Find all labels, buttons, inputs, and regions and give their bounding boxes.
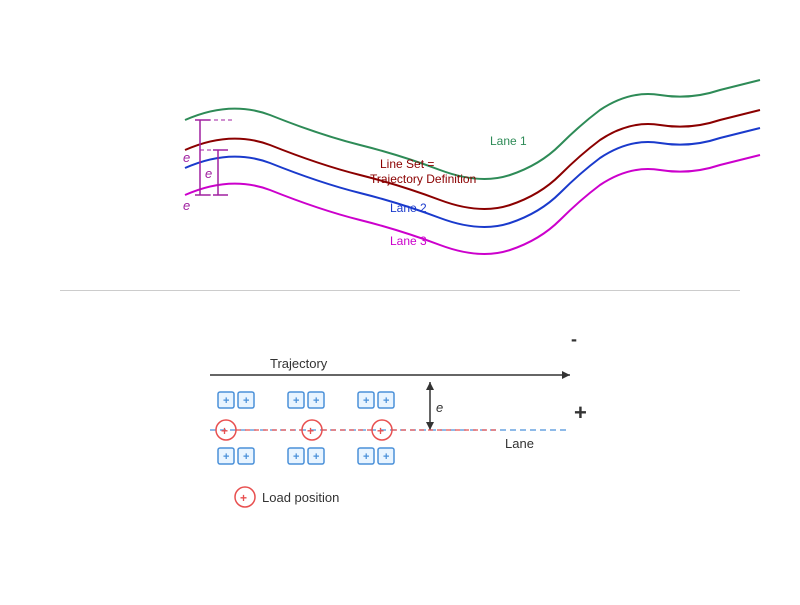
svg-text:Lane 1: Lane 1 <box>490 134 527 148</box>
svg-text:Trajectory: Trajectory <box>270 356 328 371</box>
svg-text:Line Set =: Line Set = <box>380 157 434 171</box>
svg-text:+: + <box>307 424 314 438</box>
svg-text:Lane 2: Lane 2 <box>390 201 427 215</box>
svg-text:Lane 3: Lane 3 <box>390 234 427 248</box>
top-diagram: e e e Lane 1 Line Set = Trajectory Defin… <box>0 0 800 290</box>
svg-text:+: + <box>574 400 587 425</box>
svg-text:+: + <box>223 395 229 407</box>
svg-text:+: + <box>293 451 299 463</box>
svg-text:+: + <box>313 451 319 463</box>
section-divider <box>60 290 740 291</box>
svg-text:+: + <box>377 424 384 438</box>
svg-text:+: + <box>240 491 247 505</box>
svg-text:+: + <box>221 424 228 438</box>
svg-text:e: e <box>183 150 190 165</box>
svg-text:e: e <box>183 198 190 213</box>
svg-text:+: + <box>363 451 369 463</box>
svg-text:+: + <box>363 395 369 407</box>
svg-text:+: + <box>383 395 389 407</box>
svg-text:+: + <box>243 395 249 407</box>
svg-text:+: + <box>383 451 389 463</box>
svg-text:+: + <box>313 395 319 407</box>
svg-text:e: e <box>205 166 212 181</box>
svg-text:+: + <box>243 451 249 463</box>
svg-text:Load position: Load position <box>262 490 339 505</box>
svg-text:Lane: Lane <box>505 436 534 451</box>
svg-text:+: + <box>293 395 299 407</box>
svg-text:+: + <box>223 451 229 463</box>
svg-text:e: e <box>436 400 443 415</box>
svg-text:-: - <box>571 329 577 349</box>
bottom-diagram: - Trajectory + e Lane + + + + <box>0 300 800 600</box>
svg-text:Trajectory Definition: Trajectory Definition <box>370 172 476 186</box>
